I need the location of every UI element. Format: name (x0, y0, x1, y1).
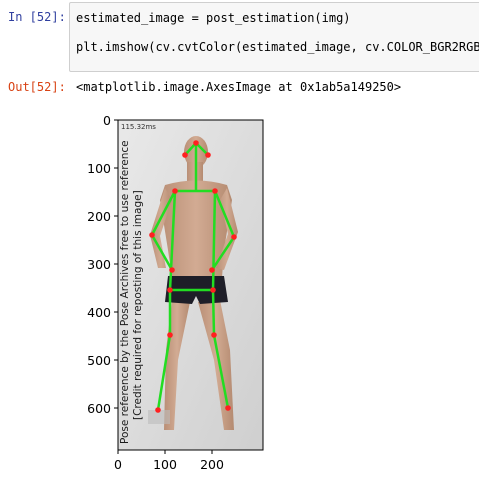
watermark-line-2: [Credit required for reposting of this i… (132, 190, 144, 420)
x-tick-label: 100 (153, 457, 177, 472)
y-tick-label: 0 (103, 113, 111, 128)
imshow-plot: 115.32ms Pose reference by the Pose Arch… (87, 113, 264, 472)
timing-label: 115.32ms (121, 123, 156, 131)
watermark-line-1: Pose reference by the Pose Archives free… (119, 140, 131, 444)
y-tick-label: 300 (87, 257, 111, 272)
y-tick-label: 200 (87, 209, 111, 224)
y-tick-label: 600 (87, 401, 111, 416)
y-tick-label: 500 (87, 353, 111, 368)
x-tick-label: 0 (114, 457, 122, 472)
y-tick-label: 400 (87, 305, 111, 320)
x-axis-ticks (117, 450, 213, 454)
y-axis-ticks (114, 119, 118, 409)
y-tick-label: 100 (87, 161, 111, 176)
x-tick-label: 200 (200, 457, 224, 472)
